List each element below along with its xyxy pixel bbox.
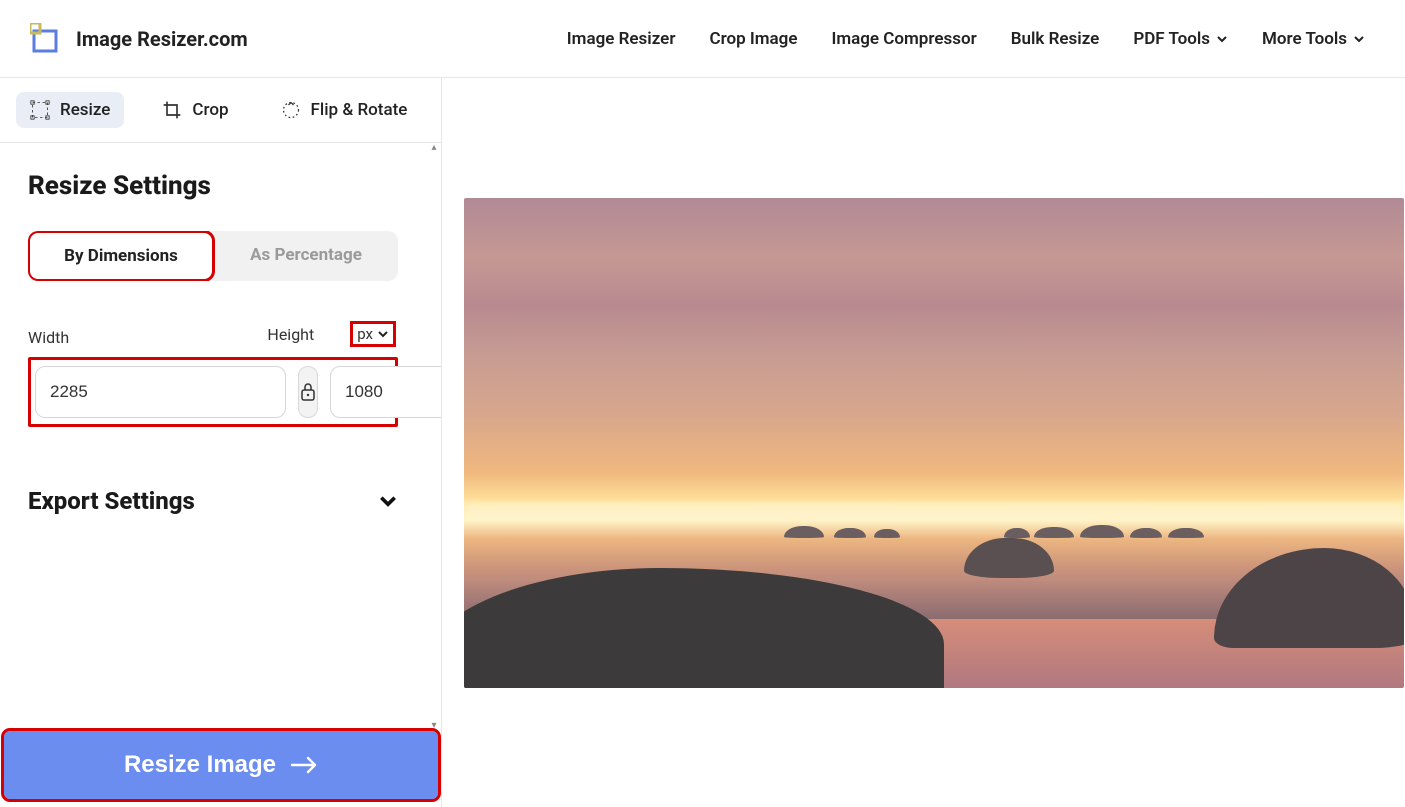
- main-area: Resize Crop Flip & Rotate ▴ ▾ Resize Set…: [0, 78, 1405, 807]
- aspect-lock-button[interactable]: [298, 366, 318, 418]
- nav-more-tools-label: More Tools: [1262, 29, 1347, 49]
- scroll-down-icon[interactable]: ▾: [429, 721, 439, 731]
- mode-by-dimensions[interactable]: By Dimensions: [28, 231, 214, 281]
- logo[interactable]: Image Resizer.com: [30, 23, 248, 55]
- logo-icon: [30, 23, 62, 55]
- nav-image-resizer[interactable]: Image Resizer: [567, 29, 676, 49]
- nav-crop-image[interactable]: Crop Image: [709, 29, 797, 49]
- height-label: Height: [267, 325, 314, 344]
- nav-pdf-tools[interactable]: PDF Tools: [1133, 29, 1228, 49]
- nav-image-compressor[interactable]: Image Compressor: [831, 29, 976, 49]
- settings-panel: ▴ ▾ Resize Settings By Dimensions As Per…: [0, 143, 441, 731]
- tab-flip-label: Flip & Rotate: [311, 100, 408, 120]
- unit-select[interactable]: px: [350, 321, 396, 347]
- scroll-up-icon[interactable]: ▴: [429, 143, 439, 153]
- tab-resize[interactable]: Resize: [16, 92, 124, 128]
- main-nav: Image Resizer Crop Image Image Compresso…: [567, 29, 1365, 49]
- width-input[interactable]: [35, 366, 286, 418]
- chevron-down-icon: [378, 491, 398, 511]
- export-settings-toggle[interactable]: Export Settings: [28, 487, 398, 515]
- tab-resize-label: Resize: [60, 100, 110, 120]
- chevron-down-icon: [1216, 33, 1228, 45]
- tab-crop[interactable]: Crop: [148, 92, 242, 128]
- height-input[interactable]: [330, 366, 441, 418]
- resize-icon: [30, 100, 50, 120]
- resize-image-label: Resize Image: [124, 751, 276, 779]
- dimensions-section: Width Height px: [28, 321, 413, 427]
- dimension-inputs: [28, 357, 398, 427]
- unit-select-value: px: [357, 325, 373, 343]
- top-header: Image Resizer.com Image Resizer Crop Ima…: [0, 0, 1405, 78]
- resize-image-button[interactable]: Resize Image: [4, 731, 438, 799]
- rotate-icon: [281, 100, 301, 120]
- resize-settings-title: Resize Settings: [28, 171, 413, 201]
- crop-icon: [162, 100, 182, 120]
- width-label: Width: [28, 328, 69, 347]
- action-footer: Resize Image: [0, 731, 441, 807]
- resize-mode-toggle: By Dimensions As Percentage: [28, 231, 398, 281]
- lock-icon: [299, 382, 317, 402]
- image-canvas: [442, 78, 1405, 807]
- image-preview[interactable]: [464, 198, 1404, 688]
- nav-more-tools[interactable]: More Tools: [1262, 29, 1365, 49]
- scrollbar[interactable]: ▴ ▾: [427, 143, 441, 731]
- tool-tabs: Resize Crop Flip & Rotate: [0, 78, 441, 143]
- chevron-down-icon: [1353, 33, 1365, 45]
- tab-flip-rotate[interactable]: Flip & Rotate: [267, 92, 422, 128]
- site-name: Image Resizer.com: [76, 27, 248, 51]
- tab-crop-label: Crop: [192, 100, 228, 120]
- nav-bulk-resize[interactable]: Bulk Resize: [1011, 29, 1100, 49]
- settings-sidebar: Resize Crop Flip & Rotate ▴ ▾ Resize Set…: [0, 78, 442, 807]
- chevron-down-icon: [377, 328, 389, 340]
- export-settings-title: Export Settings: [28, 487, 195, 515]
- mode-as-percentage[interactable]: As Percentage: [214, 231, 398, 281]
- arrow-right-icon: [290, 755, 318, 775]
- nav-pdf-tools-label: PDF Tools: [1133, 29, 1210, 49]
